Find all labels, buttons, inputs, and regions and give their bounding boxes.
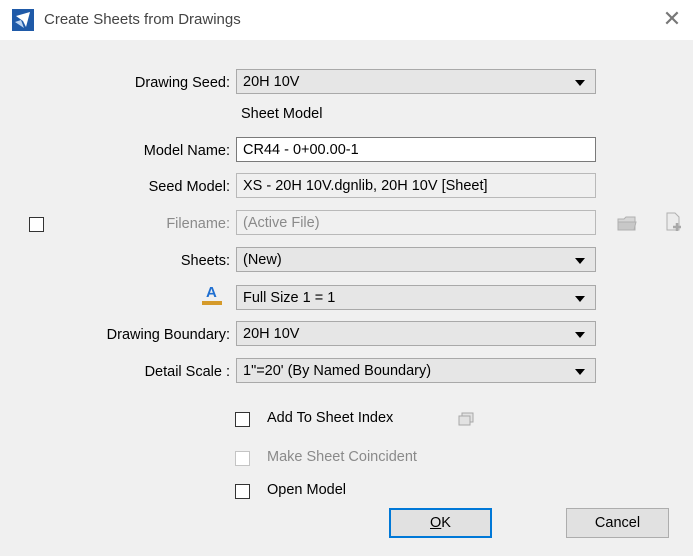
sheets-dropdown[interactable]: (New) bbox=[236, 247, 596, 272]
chevron-down-icon bbox=[575, 369, 585, 375]
cancel-label: Cancel bbox=[594, 515, 641, 531]
add-to-sheet-index-checkbox[interactable] bbox=[235, 412, 250, 427]
filename-checkbox[interactable] bbox=[29, 217, 44, 232]
chevron-down-icon bbox=[575, 332, 585, 338]
drawing-seed-dropdown[interactable]: 20H 10V bbox=[236, 69, 596, 94]
chevron-down-icon bbox=[575, 80, 585, 86]
detail-scale-dropdown[interactable]: 1"=20' (By Named Boundary) bbox=[236, 358, 596, 383]
scale-ruler bbox=[202, 301, 222, 305]
cancel-button[interactable]: Cancel bbox=[566, 508, 669, 538]
sheets-label: Sheets: bbox=[180, 253, 230, 269]
sheet-model-heading: Sheet Model bbox=[241, 106, 323, 122]
filename-field: (Active File) bbox=[236, 210, 596, 235]
annotation-scale-value: Full Size 1 = 1 bbox=[243, 290, 336, 306]
drawing-boundary-label: Drawing Boundary: bbox=[106, 327, 230, 343]
seed-model-value: XS - 20H 10V.dgnlib, 20H 10V [Sheet] bbox=[243, 178, 488, 194]
open-folder-icon bbox=[617, 216, 637, 231]
sheet-index-icon bbox=[458, 412, 474, 426]
sheets-value: (New) bbox=[243, 252, 282, 268]
chevron-down-icon bbox=[575, 258, 585, 264]
detail-scale-value: 1"=20' (By Named Boundary) bbox=[243, 363, 432, 379]
seed-model-field[interactable]: XS - 20H 10V.dgnlib, 20H 10V [Sheet] bbox=[236, 173, 596, 198]
add-to-sheet-index-label: Add To Sheet Index bbox=[267, 410, 394, 426]
model-name-label: Model Name: bbox=[143, 143, 230, 159]
filename-label: Filename: bbox=[166, 216, 230, 232]
drawing-boundary-value: 20H 10V bbox=[243, 326, 300, 342]
annotation-scale-icon-letter: A bbox=[206, 284, 217, 301]
title-bar: Create Sheets from Drawings ✕ bbox=[0, 0, 693, 40]
window-title: Create Sheets from Drawings bbox=[44, 11, 241, 28]
ok-mnemonic: O bbox=[430, 515, 442, 531]
annotation-scale-icon[interactable]: A bbox=[202, 284, 222, 307]
open-model-checkbox[interactable] bbox=[235, 484, 250, 499]
open-model-label: Open Model bbox=[267, 482, 346, 498]
model-name-input[interactable]: CR44 - 0+00.00-1 bbox=[236, 137, 596, 162]
model-name-value: CR44 - 0+00.00-1 bbox=[243, 142, 359, 158]
seed-model-label: Seed Model: bbox=[148, 179, 230, 195]
annotation-scale-dropdown[interactable]: Full Size 1 = 1 bbox=[236, 285, 596, 310]
filename-value: (Active File) bbox=[243, 215, 320, 231]
make-sheet-coincident-checkbox bbox=[235, 451, 250, 466]
close-icon[interactable]: ✕ bbox=[661, 7, 683, 31]
drawing-seed-value: 20H 10V bbox=[243, 74, 300, 90]
ok-button[interactable]: OK bbox=[389, 508, 492, 538]
detail-scale-label: Detail Scale : bbox=[144, 364, 230, 380]
ok-label-rest: K bbox=[441, 515, 451, 531]
drawing-seed-label: Drawing Seed: bbox=[134, 75, 230, 91]
app-icon bbox=[12, 9, 34, 31]
make-sheet-coincident-label: Make Sheet Coincident bbox=[267, 449, 417, 465]
drawing-boundary-dropdown[interactable]: 20H 10V bbox=[236, 321, 596, 346]
new-file-icon bbox=[666, 212, 681, 231]
chevron-down-icon bbox=[575, 296, 585, 302]
